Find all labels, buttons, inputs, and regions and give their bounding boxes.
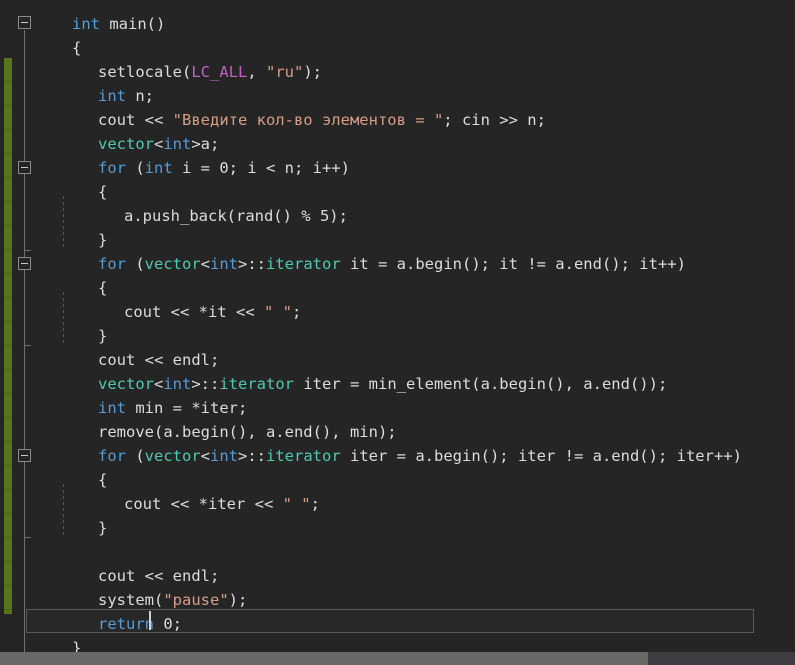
code-token: cout << *iter << xyxy=(124,495,283,513)
code-token: ); xyxy=(303,63,322,81)
code-token: for xyxy=(98,255,126,273)
code-line[interactable]: cout << *iter << " "; xyxy=(124,492,320,516)
code-token: >:: xyxy=(191,375,219,393)
code-token: i = 0; i < n; i++) xyxy=(173,159,350,177)
code-line[interactable]: } xyxy=(98,324,107,348)
code-token: main() xyxy=(100,15,165,33)
code-token: { xyxy=(98,471,107,489)
code-token: < xyxy=(201,255,210,273)
code-line[interactable]: setlocale(LC_ALL, "ru"); xyxy=(98,60,322,84)
code-token: ; xyxy=(311,495,320,513)
code-token: >:: xyxy=(238,255,266,273)
code-token: >a; xyxy=(191,135,219,153)
code-line[interactable]: vector<int>::iterator iter = min_element… xyxy=(98,372,667,396)
code-line[interactable]: for (vector<int>::iterator iter = a.begi… xyxy=(98,444,742,468)
code-token: iter = a.begin(); iter != a.end(); iter+… xyxy=(341,447,742,465)
code-token: 0; xyxy=(154,615,182,633)
code-token: setlocale( xyxy=(98,63,191,81)
code-token: cout << endl; xyxy=(98,351,219,369)
code-token: remove(a.begin(), a.end(), min); xyxy=(98,423,397,441)
code-line[interactable]: int min = *iter; xyxy=(98,396,247,420)
code-token: } xyxy=(98,519,107,537)
code-token: " " xyxy=(283,495,311,513)
code-token: system( xyxy=(98,591,163,609)
code-token: { xyxy=(98,183,107,201)
code-line[interactable]: cout << endl; xyxy=(98,564,219,588)
code-token: "ru" xyxy=(266,63,303,81)
code-token: < xyxy=(154,375,163,393)
horizontal-scrollbar-thumb[interactable] xyxy=(0,652,648,665)
code-token: iterator xyxy=(266,447,341,465)
code-token: int xyxy=(210,447,238,465)
code-line[interactable]: { xyxy=(98,276,107,300)
code-line[interactable]: vector<int>a; xyxy=(98,132,219,156)
code-line[interactable]: for (vector<int>::iterator it = a.begin(… xyxy=(98,252,686,276)
code-token: } xyxy=(98,327,107,345)
code-token: ; xyxy=(292,303,301,321)
code-token: ( xyxy=(126,255,145,273)
horizontal-scrollbar[interactable] xyxy=(0,652,795,665)
code-token: int xyxy=(210,255,238,273)
code-line[interactable]: for (int i = 0; i < n; i++) xyxy=(98,156,350,180)
code-token: return xyxy=(98,615,154,633)
code-token: ; cin >> n; xyxy=(443,111,546,129)
code-line[interactable]: a.push_back(rand() % 5); xyxy=(124,204,348,228)
code-token: int xyxy=(98,399,126,417)
code-token: min = *iter; xyxy=(126,399,247,417)
code-content[interactable]: int main(){setlocale(LC_ALL, "ru");int n… xyxy=(0,0,795,665)
code-token: < xyxy=(154,135,163,153)
code-token: " " xyxy=(264,303,292,321)
code-token: cout << xyxy=(98,111,173,129)
code-token: int xyxy=(145,159,173,177)
code-token: cout << endl; xyxy=(98,567,219,585)
code-token: { xyxy=(98,279,107,297)
code-line[interactable]: return 0; xyxy=(98,612,182,636)
code-token: it = a.begin(); it != a.end(); it++) xyxy=(341,255,686,273)
code-token: iterator xyxy=(266,255,341,273)
code-token: int xyxy=(163,375,191,393)
code-token: vector xyxy=(98,135,154,153)
code-token: n; xyxy=(126,87,154,105)
code-line[interactable]: int n; xyxy=(98,84,154,108)
code-token: int xyxy=(98,87,126,105)
code-token: } xyxy=(98,231,107,249)
code-editor[interactable]: int main(){setlocale(LC_ALL, "ru");int n… xyxy=(0,0,795,665)
code-line[interactable]: cout << *it << " "; xyxy=(124,300,301,324)
code-token: int xyxy=(72,15,100,33)
code-token: int xyxy=(163,135,191,153)
code-line[interactable]: { xyxy=(98,468,107,492)
code-token: cout << *it << xyxy=(124,303,264,321)
code-token: "Введите кол-во элементов = " xyxy=(173,111,444,129)
code-line[interactable]: } xyxy=(98,228,107,252)
code-token: vector xyxy=(145,447,201,465)
code-token: >:: xyxy=(238,447,266,465)
code-token: , xyxy=(247,63,266,81)
code-token: for xyxy=(98,447,126,465)
code-token: a.push_back(rand() % 5); xyxy=(124,207,348,225)
code-token: < xyxy=(201,447,210,465)
code-line[interactable]: { xyxy=(72,36,81,60)
code-token: iterator xyxy=(219,375,294,393)
code-line[interactable]: int main() xyxy=(72,12,165,36)
code-token: for xyxy=(98,159,126,177)
code-line[interactable]: cout << "Введите кол-во элементов = "; c… xyxy=(98,108,546,132)
code-line[interactable]: remove(a.begin(), a.end(), min); xyxy=(98,420,397,444)
code-token: "pause" xyxy=(163,591,228,609)
code-line[interactable]: system("pause"); xyxy=(98,588,247,612)
code-token: ( xyxy=(126,159,145,177)
code-token: vector xyxy=(145,255,201,273)
text-caret xyxy=(149,611,151,630)
code-token: iter = min_element(a.begin(), a.end()); xyxy=(294,375,667,393)
code-line[interactable]: } xyxy=(98,516,107,540)
code-token: { xyxy=(72,39,81,57)
code-token: ( xyxy=(126,447,145,465)
code-token: LC_ALL xyxy=(191,63,247,81)
code-token: vector xyxy=(98,375,154,393)
code-token: ); xyxy=(229,591,248,609)
code-line[interactable]: { xyxy=(98,180,107,204)
code-line[interactable]: cout << endl; xyxy=(98,348,219,372)
